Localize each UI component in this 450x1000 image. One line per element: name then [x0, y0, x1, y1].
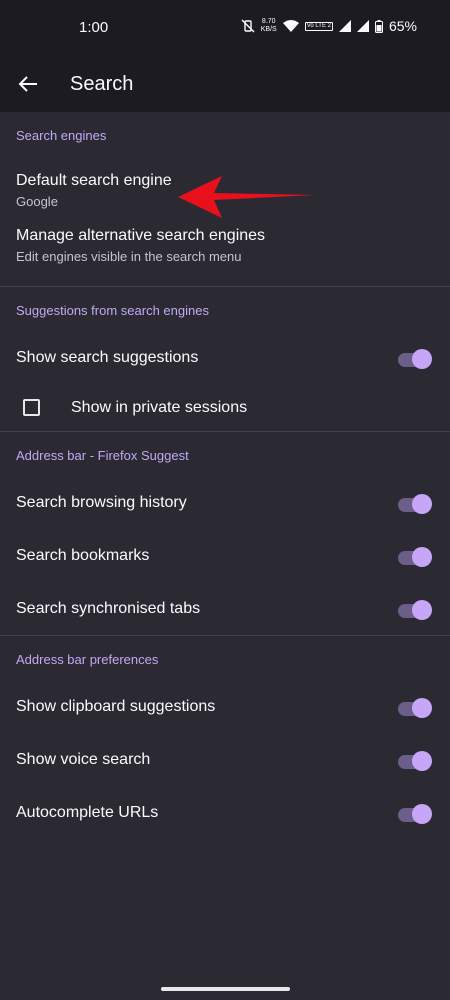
- default-search-engine-row[interactable]: Default search engine Google: [0, 156, 450, 216]
- show-in-private-label: Show in private sessions: [71, 398, 248, 416]
- toggle-thumb: [412, 599, 432, 620]
- mute-vibrate-icon: [241, 19, 255, 33]
- search-browsing-history-toggle[interactable]: [398, 493, 432, 514]
- battery-percent: 65%: [388, 18, 417, 34]
- toggle-thumb: [412, 348, 432, 369]
- toggle-thumb: [412, 697, 432, 718]
- search-bookmarks-row[interactable]: Search bookmarks: [0, 529, 450, 582]
- default-search-engine-title: Default search engine: [16, 172, 172, 189]
- network-speed: 8.70 KB/S: [261, 18, 277, 34]
- voice-search-toggle[interactable]: [398, 750, 432, 771]
- toggle-thumb: [412, 546, 432, 567]
- manage-search-engines-title: Manage alternative search engines: [16, 227, 266, 244]
- clipboard-suggestions-row[interactable]: Show clipboard suggestions: [0, 680, 450, 733]
- manage-search-engines-row[interactable]: Manage alternative search engines Edit e…: [0, 216, 450, 286]
- search-bookmarks-label: Search bookmarks: [16, 546, 150, 564]
- autocomplete-urls-row[interactable]: Autocomplete URLs: [0, 786, 450, 839]
- toggle-thumb: [412, 803, 432, 824]
- show-search-suggestions-label: Show search suggestions: [16, 348, 199, 366]
- search-synced-tabs-row[interactable]: Search synchronised tabs: [0, 582, 450, 635]
- arrow-left-icon: [18, 76, 37, 92]
- show-in-private-row[interactable]: Show in private sessions: [0, 384, 450, 431]
- autocomplete-urls-label: Autocomplete URLs: [16, 803, 159, 821]
- section-header-suggestions: Suggestions from search engines: [16, 303, 209, 318]
- page-title: Search: [70, 73, 134, 95]
- wifi-icon: [282, 19, 299, 32]
- settings-list: Search engines Default search engine Goo…: [0, 112, 450, 839]
- show-in-private-checkbox[interactable]: [23, 399, 40, 416]
- section-header-firefox-suggest: Address bar - Firefox Suggest: [16, 448, 189, 463]
- search-browsing-history-row[interactable]: Search browsing history: [0, 476, 450, 529]
- battery-icon: [374, 19, 383, 33]
- autocomplete-urls-toggle[interactable]: [398, 803, 432, 824]
- status-time: 1:00: [79, 19, 109, 36]
- show-search-suggestions-toggle[interactable]: [398, 348, 432, 369]
- search-bookmarks-toggle[interactable]: [398, 546, 432, 567]
- signal-icon: [338, 20, 351, 32]
- clipboard-suggestions-toggle[interactable]: [398, 697, 432, 718]
- network-speed-unit: KB/S: [260, 26, 277, 33]
- app-bar: Search: [0, 56, 450, 112]
- toggle-thumb: [412, 750, 432, 771]
- volte-badge: Vo LTE 2: [304, 21, 333, 31]
- manage-search-engines-summary: Edit engines visible in the search menu: [16, 249, 242, 264]
- status-bar: 1:00 8.70 KB/S Vo LTE 2 65%: [0, 0, 450, 56]
- toggle-thumb: [412, 493, 432, 514]
- back-button[interactable]: [10, 66, 46, 102]
- default-search-engine-value: Google: [16, 194, 58, 209]
- search-browsing-history-label: Search browsing history: [16, 493, 187, 511]
- status-icons: 8.70 KB/S Vo LTE 2 65%: [241, 18, 417, 34]
- voice-search-row[interactable]: Show voice search: [0, 733, 450, 786]
- search-synced-tabs-toggle[interactable]: [398, 599, 432, 620]
- show-search-suggestions-row[interactable]: Show search suggestions: [0, 331, 450, 384]
- voice-search-label: Show voice search: [16, 750, 151, 768]
- section-header-search-engines: Search engines: [16, 128, 107, 143]
- signal-icon-2: [356, 20, 369, 32]
- clipboard-suggestions-label: Show clipboard suggestions: [16, 697, 216, 715]
- gesture-nav-handle[interactable]: [161, 987, 290, 991]
- search-synced-tabs-label: Search synchronised tabs: [16, 599, 201, 617]
- section-header-preferences: Address bar preferences: [16, 652, 159, 667]
- network-speed-value: 8.70: [261, 18, 276, 25]
